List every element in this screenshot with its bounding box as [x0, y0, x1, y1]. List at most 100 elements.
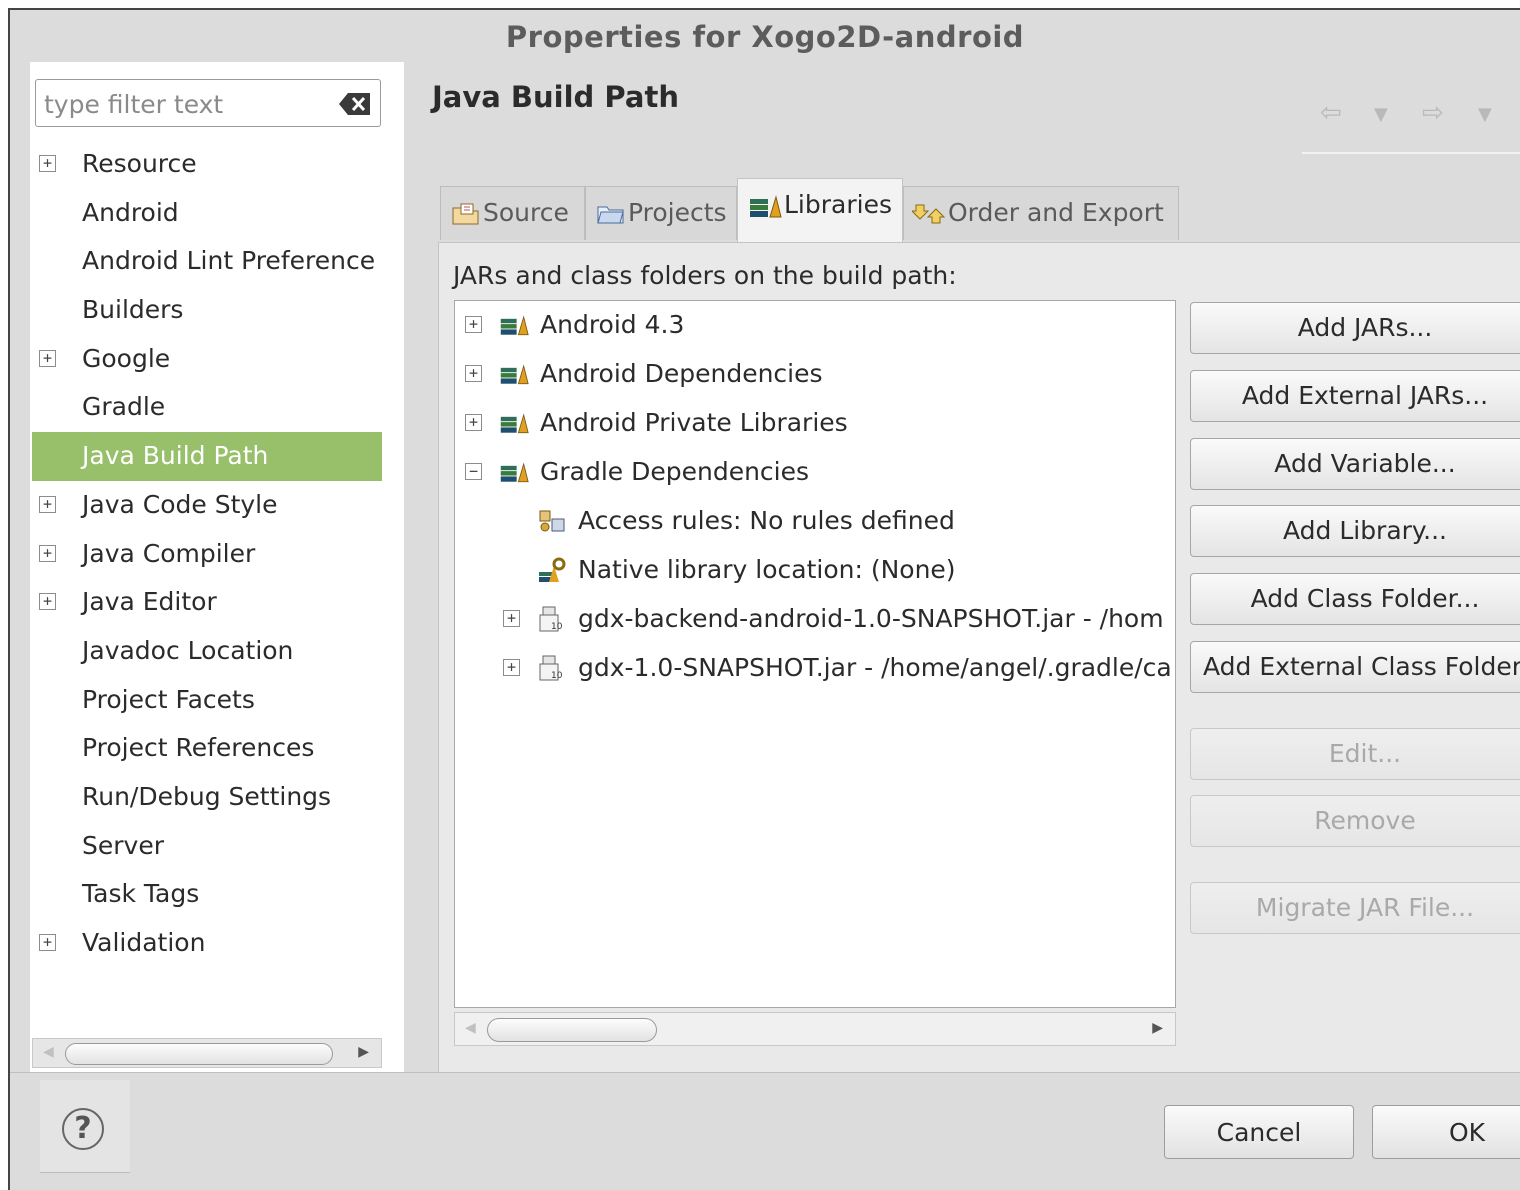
clear-filter-icon[interactable] [338, 91, 372, 117]
back-menu-chevron-icon[interactable]: ▼ [1374, 104, 1388, 125]
expand-icon[interactable]: + [465, 316, 482, 333]
jar-file-icon: 10 [539, 606, 563, 632]
sidebar-item-label: Project References [82, 733, 315, 763]
tab-libraries[interactable]: Libraries [737, 178, 903, 242]
sidebar-item-project-facets[interactable]: Project Facets [30, 676, 404, 725]
expand-icon[interactable]: + [503, 659, 520, 676]
remove-button[interactable]: Remove [1190, 795, 1520, 847]
tab-projects[interactable]: Projects [585, 186, 737, 240]
sidebar-item-task-tags[interactable]: Task Tags [30, 870, 404, 919]
add-variable-button[interactable]: Add Variable... [1190, 438, 1520, 490]
library-icon [500, 315, 529, 336]
tab-label: Projects [628, 198, 727, 227]
expand-icon[interactable]: + [465, 365, 482, 382]
jar-file-icon: 10 [539, 655, 563, 681]
scrollbar-thumb[interactable] [487, 1018, 657, 1042]
sidebar-item-builders[interactable]: Builders [30, 286, 404, 335]
tree-row-label: Android Private Libraries [540, 408, 848, 437]
sidebar-item-resource[interactable]: + Resource [30, 140, 404, 189]
sidebar-item-label: Resource [82, 149, 197, 178]
add-external-class-folder-button[interactable]: Add External Class Folder [1190, 641, 1520, 693]
sidebar-item-android[interactable]: Android [30, 189, 404, 238]
expand-icon[interactable]: + [39, 544, 56, 562]
expand-icon[interactable]: + [39, 155, 56, 172]
sidebar-item-android-lint[interactable]: Android Lint Preference [30, 237, 404, 286]
edit-button[interactable]: Edit... [1190, 728, 1520, 780]
sidebar-item-project-references[interactable]: Project References [30, 724, 404, 773]
library-icon [500, 413, 529, 434]
page-title: Java Build Path [432, 80, 679, 114]
add-jars-button[interactable]: Add JARs... [1190, 302, 1520, 354]
sidebar-item-label: Java Build Path [82, 441, 269, 471]
scroll-left-arrow-icon[interactable]: ◀ [465, 1020, 476, 1036]
help-icon: ? [62, 1108, 104, 1150]
sidebar-item-java-compiler[interactable]: + Java Compiler [30, 530, 404, 579]
expand-icon[interactable]: + [39, 349, 56, 367]
tree-row-label: Android Dependencies [540, 359, 823, 388]
sidebar-scrollbar[interactable]: ◀ ▶ [32, 1038, 382, 1068]
tab-source[interactable]: Source [440, 186, 585, 240]
sidebar-item-label: Java Compiler [82, 538, 256, 568]
tab-order-and-export[interactable]: Order and Export [903, 186, 1179, 240]
sidebar-item-validation[interactable]: + Validation [30, 919, 404, 968]
source-folder-icon [452, 203, 479, 225]
scroll-right-arrow-icon[interactable]: ▶ [1152, 1020, 1163, 1036]
expand-icon[interactable]: + [39, 934, 56, 951]
expand-icon[interactable]: + [465, 414, 482, 431]
projects-folder-icon [597, 206, 624, 224]
sidebar-item-label: Android [82, 197, 179, 227]
cancel-button[interactable]: Cancel [1164, 1105, 1354, 1159]
sidebar-item-label: Task Tags [82, 879, 200, 909]
sidebar-item-java-code-style[interactable]: + Java Code Style [30, 481, 404, 530]
window-title: Properties for Xogo2D-android [505, 20, 1025, 54]
sidebar-item-gradle[interactable]: Gradle [30, 383, 404, 432]
tree-row-label: gdx-1.0-SNAPSHOT.jar - /home/angel/.grad… [578, 653, 1172, 682]
back-arrow-icon[interactable]: ⇦ [1320, 98, 1342, 128]
forward-arrow-icon[interactable]: ⇨ [1422, 98, 1444, 128]
tree-horizontal-scrollbar[interactable]: ◀ ▶ [454, 1012, 1176, 1046]
tree-row-label: Gradle Dependencies [540, 457, 810, 486]
filter-field[interactable] [35, 79, 381, 127]
preference-nav-pane: + Resource Android Android Lint Preferenc… [30, 62, 404, 1072]
ok-button[interactable]: OK [1372, 1105, 1520, 1159]
expand-icon[interactable]: + [503, 610, 520, 627]
sidebar-item-run-debug-settings[interactable]: Run/Debug Settings [30, 773, 404, 822]
sidebar-item-javadoc-location[interactable]: Javadoc Location [30, 627, 404, 676]
sidebar-item-java-build-path[interactable]: Java Build Path [32, 432, 382, 481]
tree-row-label: Native library location: (None) [578, 555, 956, 584]
scroll-left-arrow-icon[interactable]: ◀ [43, 1044, 54, 1060]
tab-label: Source [483, 198, 569, 227]
sidebar-item-label: Android Lint Preference [82, 246, 376, 276]
migrate-jar-file-button[interactable]: Migrate JAR File... [1190, 882, 1520, 934]
collapse-icon[interactable]: − [465, 463, 482, 480]
sidebar-item-label: Java Editor [82, 587, 217, 617]
sidebar-item-label: Run/Debug Settings [82, 781, 332, 811]
library-icon [500, 462, 529, 483]
build-path-tree[interactable]: + Android 4.3 + Android Dependencies + A… [454, 300, 1176, 1008]
add-class-folder-button[interactable]: Add Class Folder... [1190, 573, 1520, 625]
access-rules-icon [539, 510, 565, 532]
add-external-jars-button[interactable]: Add External JARs... [1190, 370, 1520, 422]
sidebar-item-server[interactable]: Server [30, 822, 404, 871]
sidebar-item-java-editor[interactable]: + Java Editor [30, 578, 404, 627]
tree-row-label: Access rules: No rules defined [578, 506, 955, 535]
scroll-right-arrow-icon[interactable]: ▶ [358, 1044, 369, 1060]
scrollbar-thumb[interactable] [65, 1043, 333, 1065]
tree-row-label: gdx-backend-android-1.0-SNAPSHOT.jar - /… [578, 604, 1164, 633]
filter-input[interactable] [42, 86, 336, 122]
tab-label: Order and Export [948, 198, 1164, 227]
library-icon [500, 364, 529, 385]
sidebar-item-label: Javadoc Location [82, 635, 294, 665]
sidebar-item-label: Server [82, 830, 164, 860]
svg-text:10: 10 [551, 671, 563, 681]
native-library-icon [539, 557, 566, 582]
sidebar-item-label: Google [82, 343, 171, 373]
expand-icon[interactable]: + [39, 593, 56, 611]
sidebar-item-google[interactable]: + Google [30, 335, 404, 384]
forward-menu-chevron-icon[interactable]: ▼ [1478, 104, 1492, 125]
svg-text:10: 10 [551, 622, 563, 632]
help-button[interactable]: ? [40, 1080, 130, 1173]
expand-icon[interactable]: + [39, 495, 56, 513]
add-library-button[interactable]: Add Library... [1190, 505, 1520, 557]
order-export-icon [912, 204, 946, 224]
